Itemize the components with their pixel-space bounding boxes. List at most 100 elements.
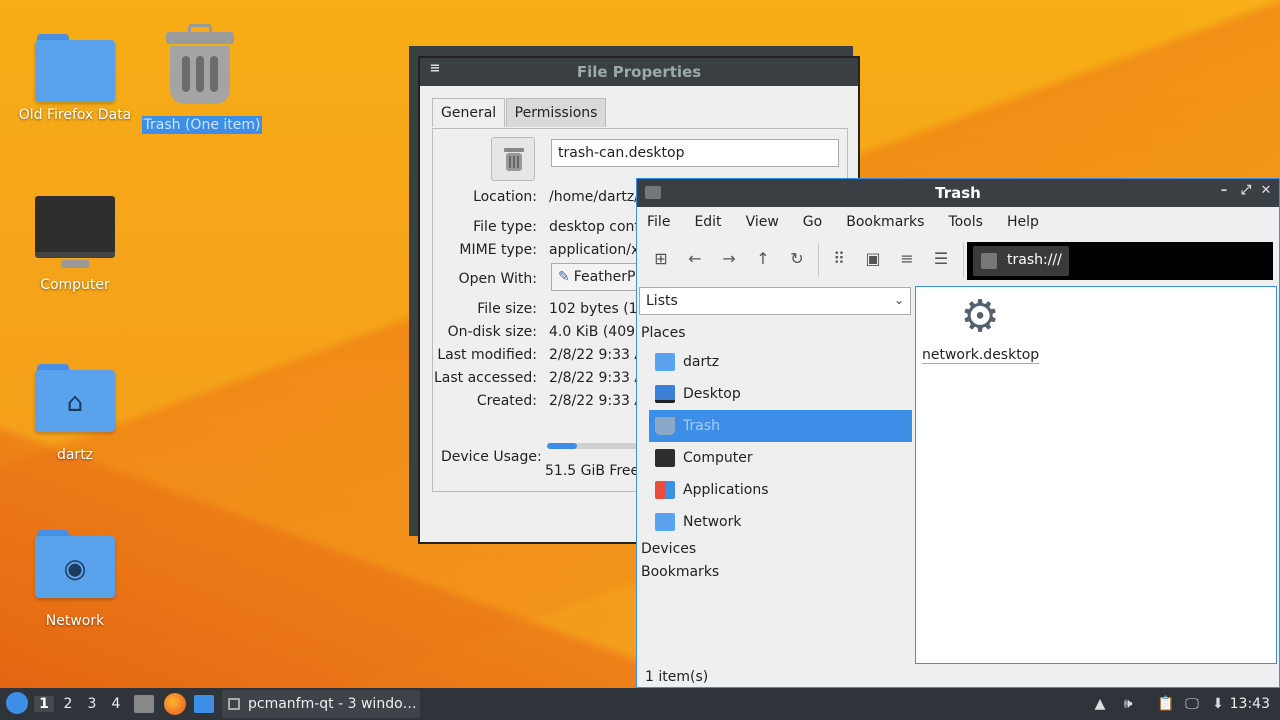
sidebar-item-network[interactable]: Network: [649, 506, 912, 538]
maximize-icon[interactable]: ⤢: [1237, 183, 1255, 198]
back-icon[interactable]: ←: [683, 247, 707, 271]
home-folder-icon: [655, 353, 675, 371]
file-size-label: File size:: [477, 301, 537, 317]
tab-permissions[interactable]: Permissions: [505, 98, 607, 127]
file-size-value: 102 bytes (10: [549, 301, 647, 317]
menubar: File Edit View Go Bookmarks Tools Help: [637, 207, 1279, 237]
workspace-2[interactable]: 2: [58, 696, 78, 712]
desktop-icon-computer[interactable]: Computer: [10, 196, 140, 294]
show-desktop-icon[interactable]: [194, 695, 214, 713]
file-type-label: File type:: [473, 219, 537, 235]
desktop-icon-label: Trash (One item): [141, 116, 263, 134]
menu-go[interactable]: Go: [803, 214, 822, 230]
toolbar-separator: [963, 243, 964, 277]
desktop-icon-label: Computer: [40, 277, 110, 293]
filename-input[interactable]: trash-can.desktop: [551, 139, 839, 167]
file-icon-button[interactable]: [491, 137, 535, 181]
location-value: /home/dartz/: [549, 189, 639, 205]
computer-icon: [655, 449, 675, 467]
close-icon[interactable]: ✕: [1257, 183, 1275, 198]
volume-icon[interactable]: 🕪: [1118, 694, 1138, 714]
trash-icon: [162, 24, 242, 108]
start-menu-icon[interactable]: [6, 692, 28, 714]
trash-icon: [504, 148, 524, 171]
desktop-icon-label: dartz: [56, 447, 94, 463]
menu-help[interactable]: Help: [1007, 214, 1039, 230]
up-icon[interactable]: ↑: [751, 247, 775, 271]
path-bar: trash:///: [967, 242, 1273, 280]
workspace-1[interactable]: 1: [34, 696, 54, 712]
toolbar-separator: [818, 243, 819, 277]
desktop-icon: [655, 385, 675, 403]
menu-edit[interactable]: Edit: [694, 214, 721, 230]
device-usage-bar: [547, 443, 647, 449]
bookmarks-heading[interactable]: Bookmarks: [641, 564, 719, 580]
last-accessed-value: 2/8/22 9:33 A: [549, 370, 644, 386]
side-pane-mode-select[interactable]: Lists ⌄: [639, 287, 911, 315]
mime-type-value: application/x: [549, 242, 640, 258]
sidebar-item-trash[interactable]: Trash: [649, 410, 912, 442]
on-disk-size-value: 4.0 KiB (4096: [549, 324, 644, 340]
devices-heading[interactable]: Devices: [641, 541, 696, 557]
network-folder-icon: [655, 513, 675, 531]
sidebar-item-desktop[interactable]: Desktop: [649, 378, 912, 410]
on-disk-size-label: On-disk size:: [447, 324, 537, 340]
menu-bookmarks[interactable]: Bookmarks: [846, 214, 924, 230]
forward-icon[interactable]: →: [717, 247, 741, 271]
gear-icon: ⚙: [960, 291, 1000, 342]
last-accessed-label: Last accessed:: [433, 370, 537, 386]
file-view[interactable]: ⚙ network.desktop: [915, 286, 1277, 664]
window-title: File Properties: [576, 63, 702, 81]
properties-tabs: General Permissions: [432, 98, 607, 128]
taskbar: 1 2 3 4 pcmanfm-qt - 3 windo… ▲ 🕪 📋 🖵 ⬇ …: [0, 688, 1280, 720]
tab-general[interactable]: General: [432, 98, 506, 127]
taskbar-task-pcmanfm[interactable]: pcmanfm-qt - 3 windo…: [222, 690, 420, 718]
properties-titlebar[interactable]: ≡ File Properties: [420, 58, 858, 86]
computer-icon: [35, 196, 115, 272]
path-button-trash[interactable]: trash:///: [973, 246, 1069, 276]
device-usage-fill: [547, 443, 577, 449]
applications-icon: [655, 481, 675, 499]
file-manager-icon[interactable]: [134, 695, 154, 713]
trash-titlebar[interactable]: Trash – ⤢ ✕: [637, 179, 1279, 207]
file-item-network-desktop[interactable]: ⚙ network.desktop: [922, 291, 1040, 364]
last-modified-label: Last modified:: [437, 347, 537, 363]
desktop-icon-label: Network: [45, 613, 105, 629]
folder-icon: [35, 30, 115, 102]
reload-icon[interactable]: ↻: [785, 247, 809, 271]
desktop-icon-old-firefox-data[interactable]: Old Firefox Data: [10, 30, 140, 124]
status-bar: 1 item(s): [645, 669, 709, 685]
sidebar-item-applications[interactable]: Applications: [649, 474, 912, 506]
sidebar-item-computer[interactable]: Computer: [649, 442, 912, 474]
desktop-icon-dartz[interactable]: ⌂ dartz: [10, 360, 140, 464]
clipboard-icon[interactable]: 📋: [1156, 694, 1176, 714]
detailed-view-icon[interactable]: ☰: [929, 247, 953, 271]
desktop-icon-trash[interactable]: Trash (One item): [137, 24, 267, 134]
workspace-3[interactable]: 3: [82, 696, 102, 712]
display-icon[interactable]: 🖵: [1182, 694, 1202, 714]
trash-icon: [655, 417, 675, 435]
menu-view[interactable]: View: [746, 214, 779, 230]
new-tab-icon[interactable]: ⊞: [649, 247, 673, 271]
open-with-label: Open With:: [458, 271, 537, 287]
menu-tools[interactable]: Tools: [948, 214, 983, 230]
firefox-icon[interactable]: [164, 693, 186, 715]
trash-window: Trash – ⤢ ✕ File Edit View Go Bookmarks …: [636, 178, 1280, 688]
workspace-4[interactable]: 4: [106, 696, 126, 712]
menu-file[interactable]: File: [647, 214, 670, 230]
device-free-value: 51.5 GiB Free: [545, 463, 640, 479]
tray-arrow-icon[interactable]: ▲: [1090, 694, 1110, 714]
update-icon[interactable]: ⬇: [1208, 694, 1228, 714]
window-icon: [228, 698, 240, 710]
minimize-icon[interactable]: –: [1215, 183, 1233, 198]
compact-view-icon[interactable]: ≡: [895, 247, 919, 271]
icon-view-icon[interactable]: ⠿: [827, 247, 851, 271]
desktop-icon-network[interactable]: ◉ Network: [10, 526, 140, 630]
sidebar-item-dartz[interactable]: dartz: [649, 346, 912, 378]
places-heading[interactable]: Places: [641, 325, 686, 341]
network-folder-icon: ◉: [35, 526, 115, 598]
thumbnail-view-icon[interactable]: ▣: [861, 247, 885, 271]
clock[interactable]: 13:43: [1230, 696, 1270, 712]
chevron-down-icon: ⌄: [893, 293, 904, 307]
home-folder-icon: ⌂: [35, 360, 115, 432]
